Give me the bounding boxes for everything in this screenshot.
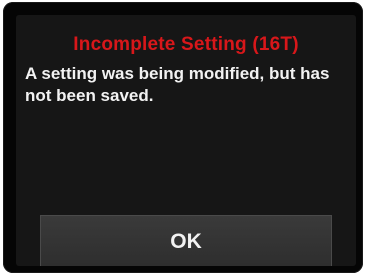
dialog-title: Incomplete Setting (16T): [73, 34, 299, 55]
alert-dialog: Incomplete Setting (16T) A setting was b…: [16, 15, 356, 266]
screen-bezel: Incomplete Setting (16T) A setting was b…: [3, 2, 363, 273]
dialog-message: A setting was being modified, but has no…: [25, 64, 330, 105]
ok-button[interactable]: OK: [40, 215, 332, 266]
device-display: Incomplete Setting (16T) A setting was b…: [0, 0, 367, 276]
ok-button-label: OK: [170, 230, 202, 253]
